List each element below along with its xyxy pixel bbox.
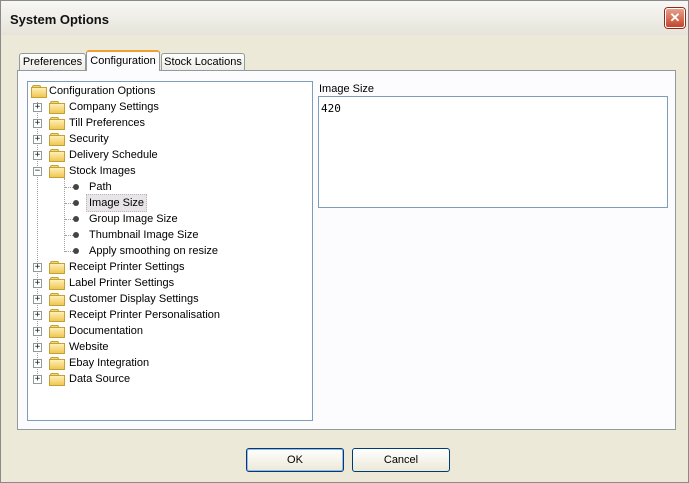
title-bar[interactable]: System Options ✕ [1, 1, 688, 35]
tab-configuration[interactable]: Configuration [86, 50, 160, 71]
expand-plus-icon[interactable]: + [33, 103, 42, 112]
tree-root-label: Configuration Options [49, 85, 156, 97]
tree-item-website[interactable]: + Website [28, 339, 308, 355]
tree-item-label: Customer Display Settings [69, 293, 199, 305]
tree-item-label-printer-settings[interactable]: + Label Printer Settings [28, 275, 308, 291]
tab-stock-locations[interactable]: Stock Locations [161, 53, 245, 71]
tree-leaf-label: Group Image Size [89, 213, 178, 225]
folder-icon [49, 341, 65, 354]
tree-item-data-source[interactable]: + Data Source [28, 371, 308, 387]
expand-plus-icon[interactable]: + [33, 135, 42, 144]
folder-icon [49, 133, 65, 146]
folder-icon [49, 309, 65, 322]
setting-dot-icon [73, 184, 79, 190]
folder-icon [49, 293, 65, 306]
tree-item-security[interactable]: + Security [28, 131, 308, 147]
tree-item-label: Delivery Schedule [69, 149, 158, 161]
expand-plus-icon[interactable]: + [33, 327, 42, 336]
tree-leaf-path[interactable]: Path [28, 179, 308, 195]
setting-dot-icon [73, 216, 79, 222]
folder-icon [49, 261, 65, 274]
cancel-button[interactable]: Cancel [352, 448, 450, 472]
tree-item-label: Ebay Integration [69, 357, 150, 369]
ok-button[interactable]: OK [246, 448, 344, 472]
tree-item-delivery-schedule[interactable]: + Delivery Schedule [28, 147, 308, 163]
close-icon: ✕ [669, 10, 681, 25]
folder-icon [49, 101, 65, 114]
tree-item-label: Documentation [69, 325, 143, 337]
tree-item-receipt-printer-personalisation[interactable]: + Receipt Printer Personalisation [28, 307, 308, 323]
tree-leaf-group-image-size[interactable]: Group Image Size [28, 211, 308, 227]
tree-item-customer-display-settings[interactable]: + Customer Display Settings [28, 291, 308, 307]
expand-plus-icon[interactable]: + [33, 359, 42, 368]
tree-item-label: Data Source [69, 373, 131, 385]
tree-item-company-settings[interactable]: + Company Settings [28, 99, 308, 115]
expand-plus-icon[interactable]: + [33, 119, 42, 128]
folder-icon [49, 325, 65, 338]
folder-icon [49, 117, 65, 130]
expand-plus-icon[interactable]: + [33, 151, 42, 160]
tree-item-label: Stock Images [69, 165, 136, 177]
tree-leaf-label: Thumbnail Image Size [89, 229, 199, 241]
tab-preferences[interactable]: Preferences [19, 53, 86, 71]
collapse-minus-icon[interactable]: − [33, 167, 42, 176]
window-title: System Options [10, 12, 109, 27]
tree-item-label: Till Preferences [69, 117, 146, 129]
folder-open-icon [49, 165, 65, 178]
tree-root[interactable]: Configuration Options [28, 83, 308, 99]
tree-item-label: Receipt Printer Personalisation [69, 309, 221, 321]
tree-leaf-label-selected: Image Size [86, 194, 148, 212]
tree-item-label: Receipt Printer Settings [69, 261, 185, 273]
tree-item-label: Label Printer Settings [69, 277, 175, 289]
tree-item-receipt-printer-settings[interactable]: + Receipt Printer Settings [28, 259, 308, 275]
tree-item-till-preferences[interactable]: + Till Preferences [28, 115, 308, 131]
expand-plus-icon[interactable]: + [33, 279, 42, 288]
close-button[interactable]: ✕ [665, 8, 685, 28]
tree-item-ebay-integration[interactable]: + Ebay Integration [28, 355, 308, 371]
setting-dot-icon [73, 232, 79, 238]
tree-leaf-label: Path [89, 181, 112, 193]
image-size-label: Image Size [319, 83, 375, 95]
expand-plus-icon[interactable]: + [33, 311, 42, 320]
setting-dot-icon [73, 200, 79, 206]
tree-leaf-label: Apply smoothing on resize [89, 245, 219, 257]
tree-item-documentation[interactable]: + Documentation [28, 323, 308, 339]
tree-leaf-thumbnail-image-size[interactable]: Thumbnail Image Size [28, 227, 308, 243]
folder-icon [49, 277, 65, 290]
expand-plus-icon[interactable]: + [33, 295, 42, 304]
expand-plus-icon[interactable]: + [33, 263, 42, 272]
expand-plus-icon[interactable]: + [33, 375, 42, 384]
folder-icon [49, 149, 65, 162]
folder-open-icon [31, 85, 47, 98]
configuration-tree[interactable]: Configuration Options + Company Settings… [27, 81, 313, 421]
setting-dot-icon [73, 248, 79, 254]
tree-leaf-apply-smoothing[interactable]: Apply smoothing on resize [28, 243, 308, 259]
folder-icon [49, 373, 65, 386]
folder-icon [49, 357, 65, 370]
tree-leaf-image-size[interactable]: Image Size [28, 194, 308, 212]
image-size-input[interactable]: 420 [318, 96, 668, 208]
tree-item-label: Website [69, 341, 109, 353]
tree-item-stock-images[interactable]: − Stock Images [28, 163, 308, 179]
tree-item-label: Security [69, 133, 109, 145]
expand-plus-icon[interactable]: + [33, 343, 42, 352]
tree-item-label: Company Settings [69, 101, 159, 113]
system-options-window: System Options ✕ Preferences Configurati… [0, 0, 689, 483]
